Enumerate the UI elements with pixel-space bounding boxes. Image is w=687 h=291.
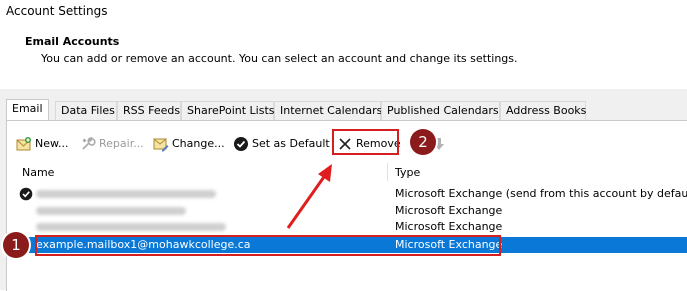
column-header-type[interactable]: Type <box>395 166 420 179</box>
account-row[interactable]: Microsoft Exchange <box>14 203 687 219</box>
account-row[interactable]: Microsoft Exchange (send from this accou… <box>14 186 687 202</box>
set-as-default-button[interactable]: Set as Default <box>233 135 330 153</box>
account-name-redacted <box>36 203 186 219</box>
tab-data-files[interactable]: Data Files <box>55 101 117 120</box>
selected-row-highlight-box <box>35 235 501 256</box>
new-button-label: New... <box>35 137 69 150</box>
callout-step-2: 2 <box>410 129 436 155</box>
window-title: Account Settings <box>6 4 108 18</box>
account-row[interactable]: Microsoft Exchange <box>14 219 687 235</box>
new-button[interactable]: New... <box>16 135 68 153</box>
account-type: Microsoft Exchange <box>395 204 503 217</box>
account-name-redacted <box>36 219 226 235</box>
account-name-redacted <box>36 186 216 202</box>
tab-email[interactable]: Email <box>6 99 49 121</box>
tab-address-books[interactable]: Address Books <box>500 101 586 120</box>
wrench-icon <box>80 136 96 152</box>
tab-rss-feeds[interactable]: RSS Feeds <box>117 101 181 120</box>
new-account-icon <box>16 136 32 152</box>
account-type: Microsoft Exchange <box>395 220 503 233</box>
section-description: You can add or remove an account. You ca… <box>41 52 518 65</box>
set-as-default-label: Set as Default <box>252 137 330 150</box>
column-header-name[interactable]: Name <box>22 166 54 179</box>
tab-sharepoint-lists[interactable]: SharePoint Lists <box>181 101 275 120</box>
check-circle-icon <box>233 136 249 152</box>
annotation-arrow <box>286 164 332 229</box>
change-button-label: Change... <box>172 137 225 150</box>
change-account-icon <box>153 136 169 152</box>
repair-button-label: Repair... <box>99 137 144 150</box>
section-title: Email Accounts <box>25 35 120 48</box>
callout-step-1: 1 <box>3 232 29 258</box>
column-divider <box>387 163 388 181</box>
tab-internet-calendars[interactable]: Internet Calendars <box>274 101 382 120</box>
remove-highlight-box <box>332 129 399 155</box>
account-type: Microsoft Exchange (send from this accou… <box>395 187 687 200</box>
tab-published-calendars[interactable]: Published Calendars <box>381 101 500 120</box>
repair-button[interactable]: Repair... <box>80 135 144 153</box>
change-button[interactable]: Change... <box>153 135 225 153</box>
